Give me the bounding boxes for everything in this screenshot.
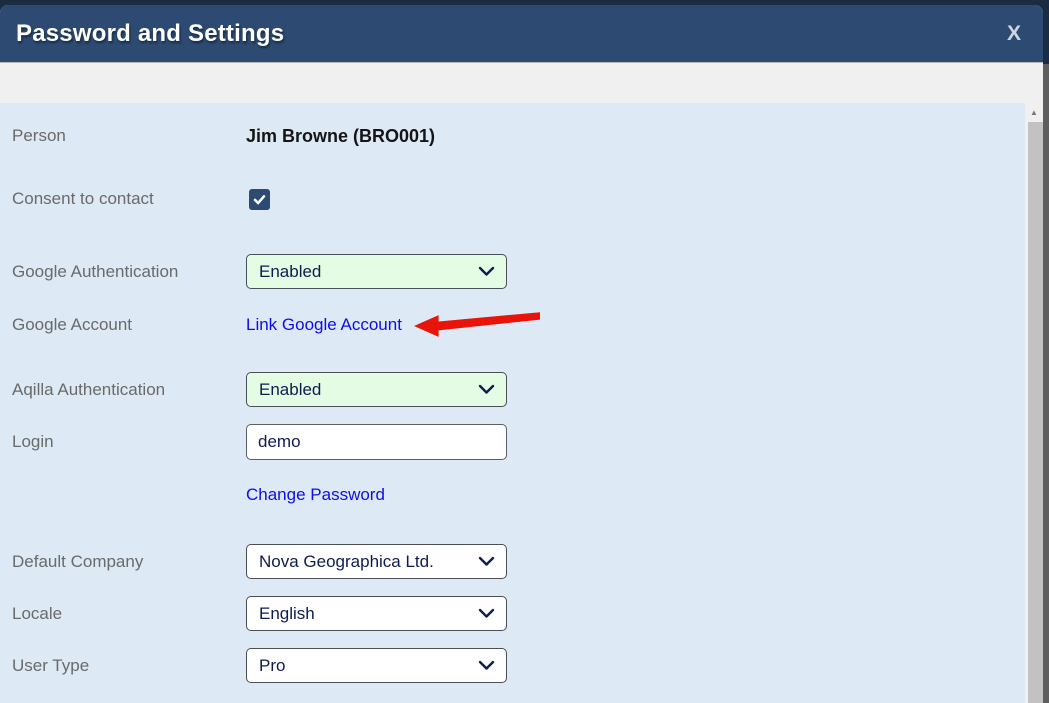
locale-label: Locale xyxy=(12,604,246,624)
locale-row: Locale English xyxy=(12,596,1025,631)
change-password-link[interactable]: Change Password xyxy=(246,485,385,505)
dialog-body: Person Jim Browne (BRO001) Consent to co… xyxy=(0,103,1043,703)
dialog-title: Password and Settings xyxy=(16,20,284,48)
user-type-selected-value: Pro xyxy=(259,656,474,676)
dialog-toolbar-strip xyxy=(0,62,1043,103)
login-row: Login xyxy=(12,424,1025,460)
user-type-row: User Type Pro xyxy=(12,648,1025,683)
default-company-selected-value: Nova Geographica Ltd. xyxy=(259,552,474,572)
user-type-select[interactable]: Pro xyxy=(246,648,507,683)
chevron-down-icon xyxy=(478,384,495,395)
chevron-down-icon xyxy=(478,266,495,277)
person-value: Jim Browne (BRO001) xyxy=(246,126,435,147)
person-label: Person xyxy=(12,126,246,146)
aqilla-auth-select[interactable]: Enabled xyxy=(246,372,507,407)
settings-form: Person Jim Browne (BRO001) Consent to co… xyxy=(0,103,1025,703)
aqilla-auth-row: Aqilla Authentication Enabled xyxy=(12,372,1025,407)
consent-row: Consent to contact xyxy=(12,188,1025,210)
locale-selected-value: English xyxy=(259,604,474,624)
vertical-scrollbar[interactable]: ▲ xyxy=(1025,103,1043,703)
default-company-select[interactable]: Nova Geographica Ltd. xyxy=(246,544,507,579)
aqilla-auth-label: Aqilla Authentication xyxy=(12,380,246,400)
link-google-account-link[interactable]: Link Google Account xyxy=(246,315,402,335)
google-account-label: Google Account xyxy=(12,315,246,335)
login-label: Login xyxy=(12,432,246,452)
aqilla-auth-selected-value: Enabled xyxy=(259,380,474,400)
google-auth-selected-value: Enabled xyxy=(259,262,474,282)
close-icon[interactable]: X xyxy=(1001,21,1027,46)
consent-label: Consent to contact xyxy=(12,189,246,209)
password-settings-dialog: Password and Settings X Person Jim Brown… xyxy=(0,5,1043,703)
user-type-label: User Type xyxy=(12,656,246,676)
chevron-down-icon xyxy=(478,660,495,671)
google-account-row: Google Account Link Google Account xyxy=(12,314,1025,336)
login-input[interactable] xyxy=(246,424,507,460)
dialog-titlebar: Password and Settings X xyxy=(0,5,1043,62)
change-password-row: Change Password xyxy=(12,484,1025,506)
consent-checkbox[interactable] xyxy=(249,189,270,210)
locale-select[interactable]: English xyxy=(246,596,507,631)
chevron-down-icon xyxy=(478,556,495,567)
checkmark-icon xyxy=(252,192,267,207)
google-auth-row: Google Authentication Enabled xyxy=(12,254,1025,289)
scrollbar-thumb[interactable] xyxy=(1028,122,1043,703)
google-auth-label: Google Authentication xyxy=(12,262,246,282)
scrollbar-up-arrow-icon[interactable]: ▲ xyxy=(1025,103,1043,122)
person-row: Person Jim Browne (BRO001) xyxy=(12,124,1025,148)
red-arrow-annotation-icon xyxy=(414,310,542,340)
default-company-label: Default Company xyxy=(12,552,246,572)
default-company-row: Default Company Nova Geographica Ltd. xyxy=(12,544,1025,579)
google-auth-select[interactable]: Enabled xyxy=(246,254,507,289)
chevron-down-icon xyxy=(478,608,495,619)
